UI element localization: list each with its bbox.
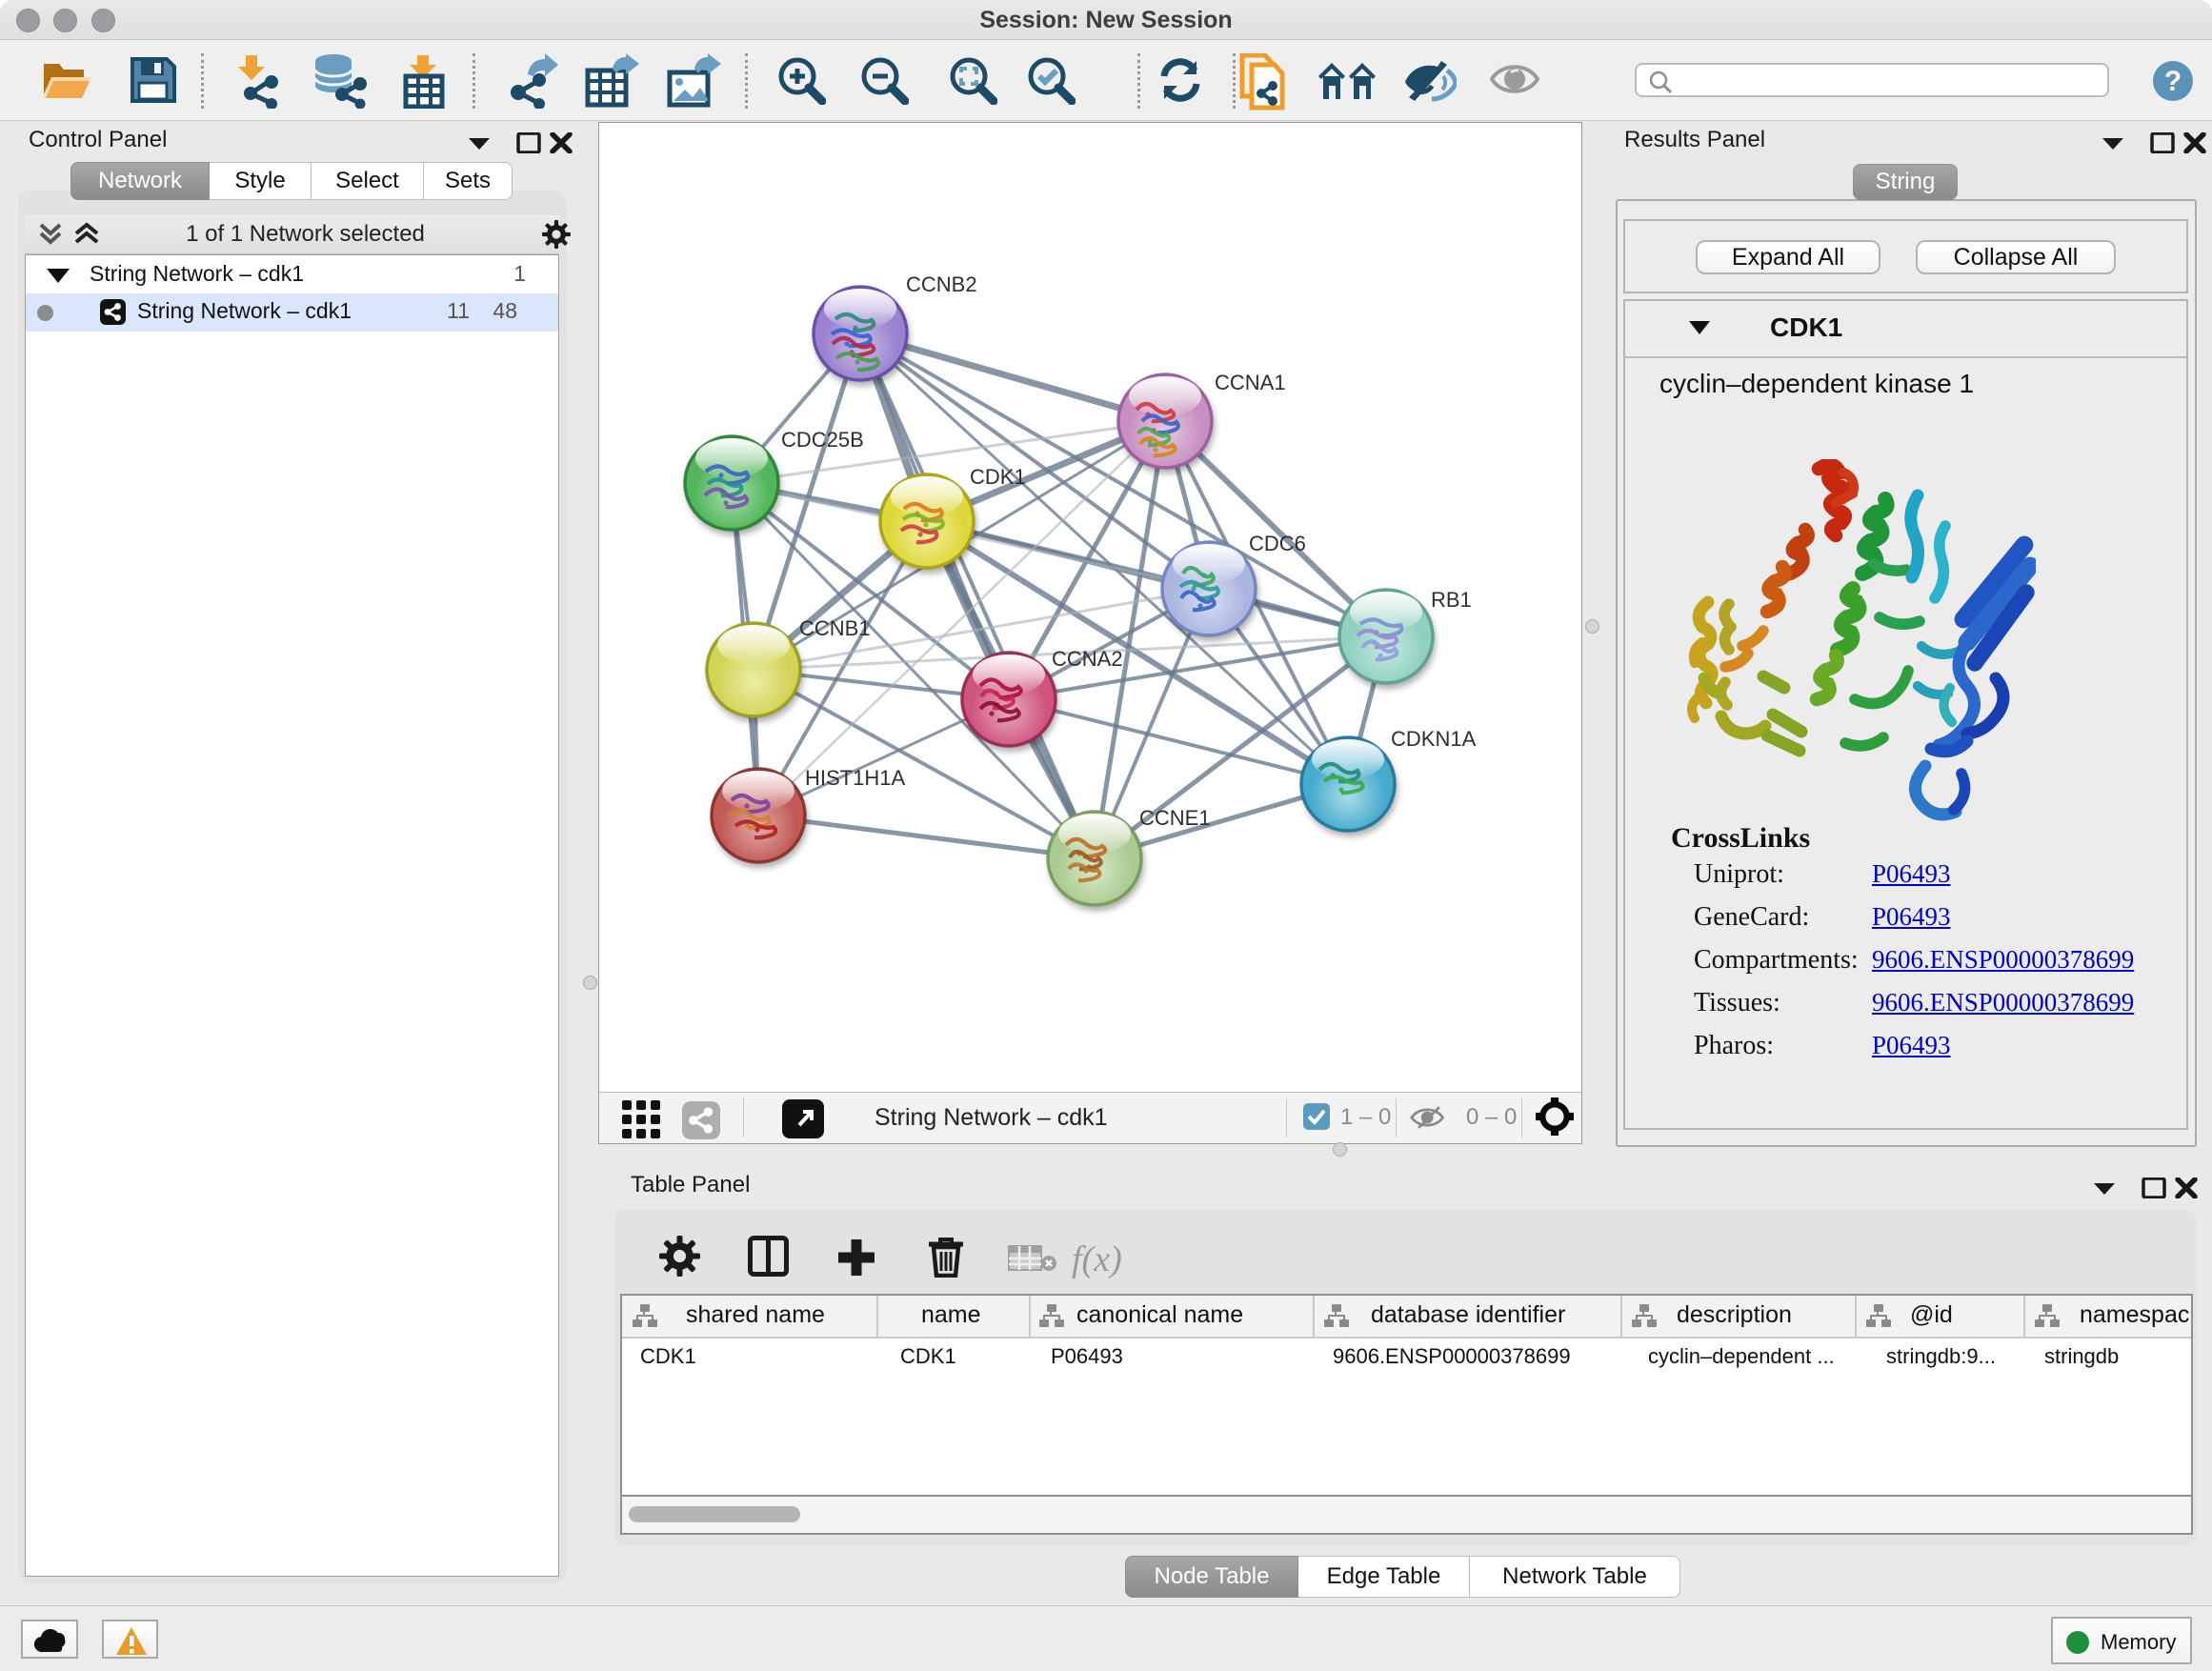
svg-text:CCNE1: CCNE1 bbox=[1139, 806, 1211, 830]
svg-text:CCNA1: CCNA1 bbox=[1215, 371, 1286, 394]
svg-text:CDK1: CDK1 bbox=[970, 465, 1026, 489]
svg-text:CCNB1: CCNB1 bbox=[799, 616, 871, 640]
svg-text:?: ? bbox=[2164, 66, 2182, 97]
svg-text:RB1: RB1 bbox=[1431, 588, 1472, 612]
svg-text:HIST1H1A: HIST1H1A bbox=[805, 766, 905, 790]
svg-text:CCNA2: CCNA2 bbox=[1052, 647, 1123, 671]
svg-text:CDKN1A: CDKN1A bbox=[1391, 727, 1477, 751]
svg-text:CDC6: CDC6 bbox=[1249, 532, 1306, 555]
svg-text:CDC25B: CDC25B bbox=[781, 428, 864, 452]
svg-text:CCNB2: CCNB2 bbox=[906, 272, 977, 296]
